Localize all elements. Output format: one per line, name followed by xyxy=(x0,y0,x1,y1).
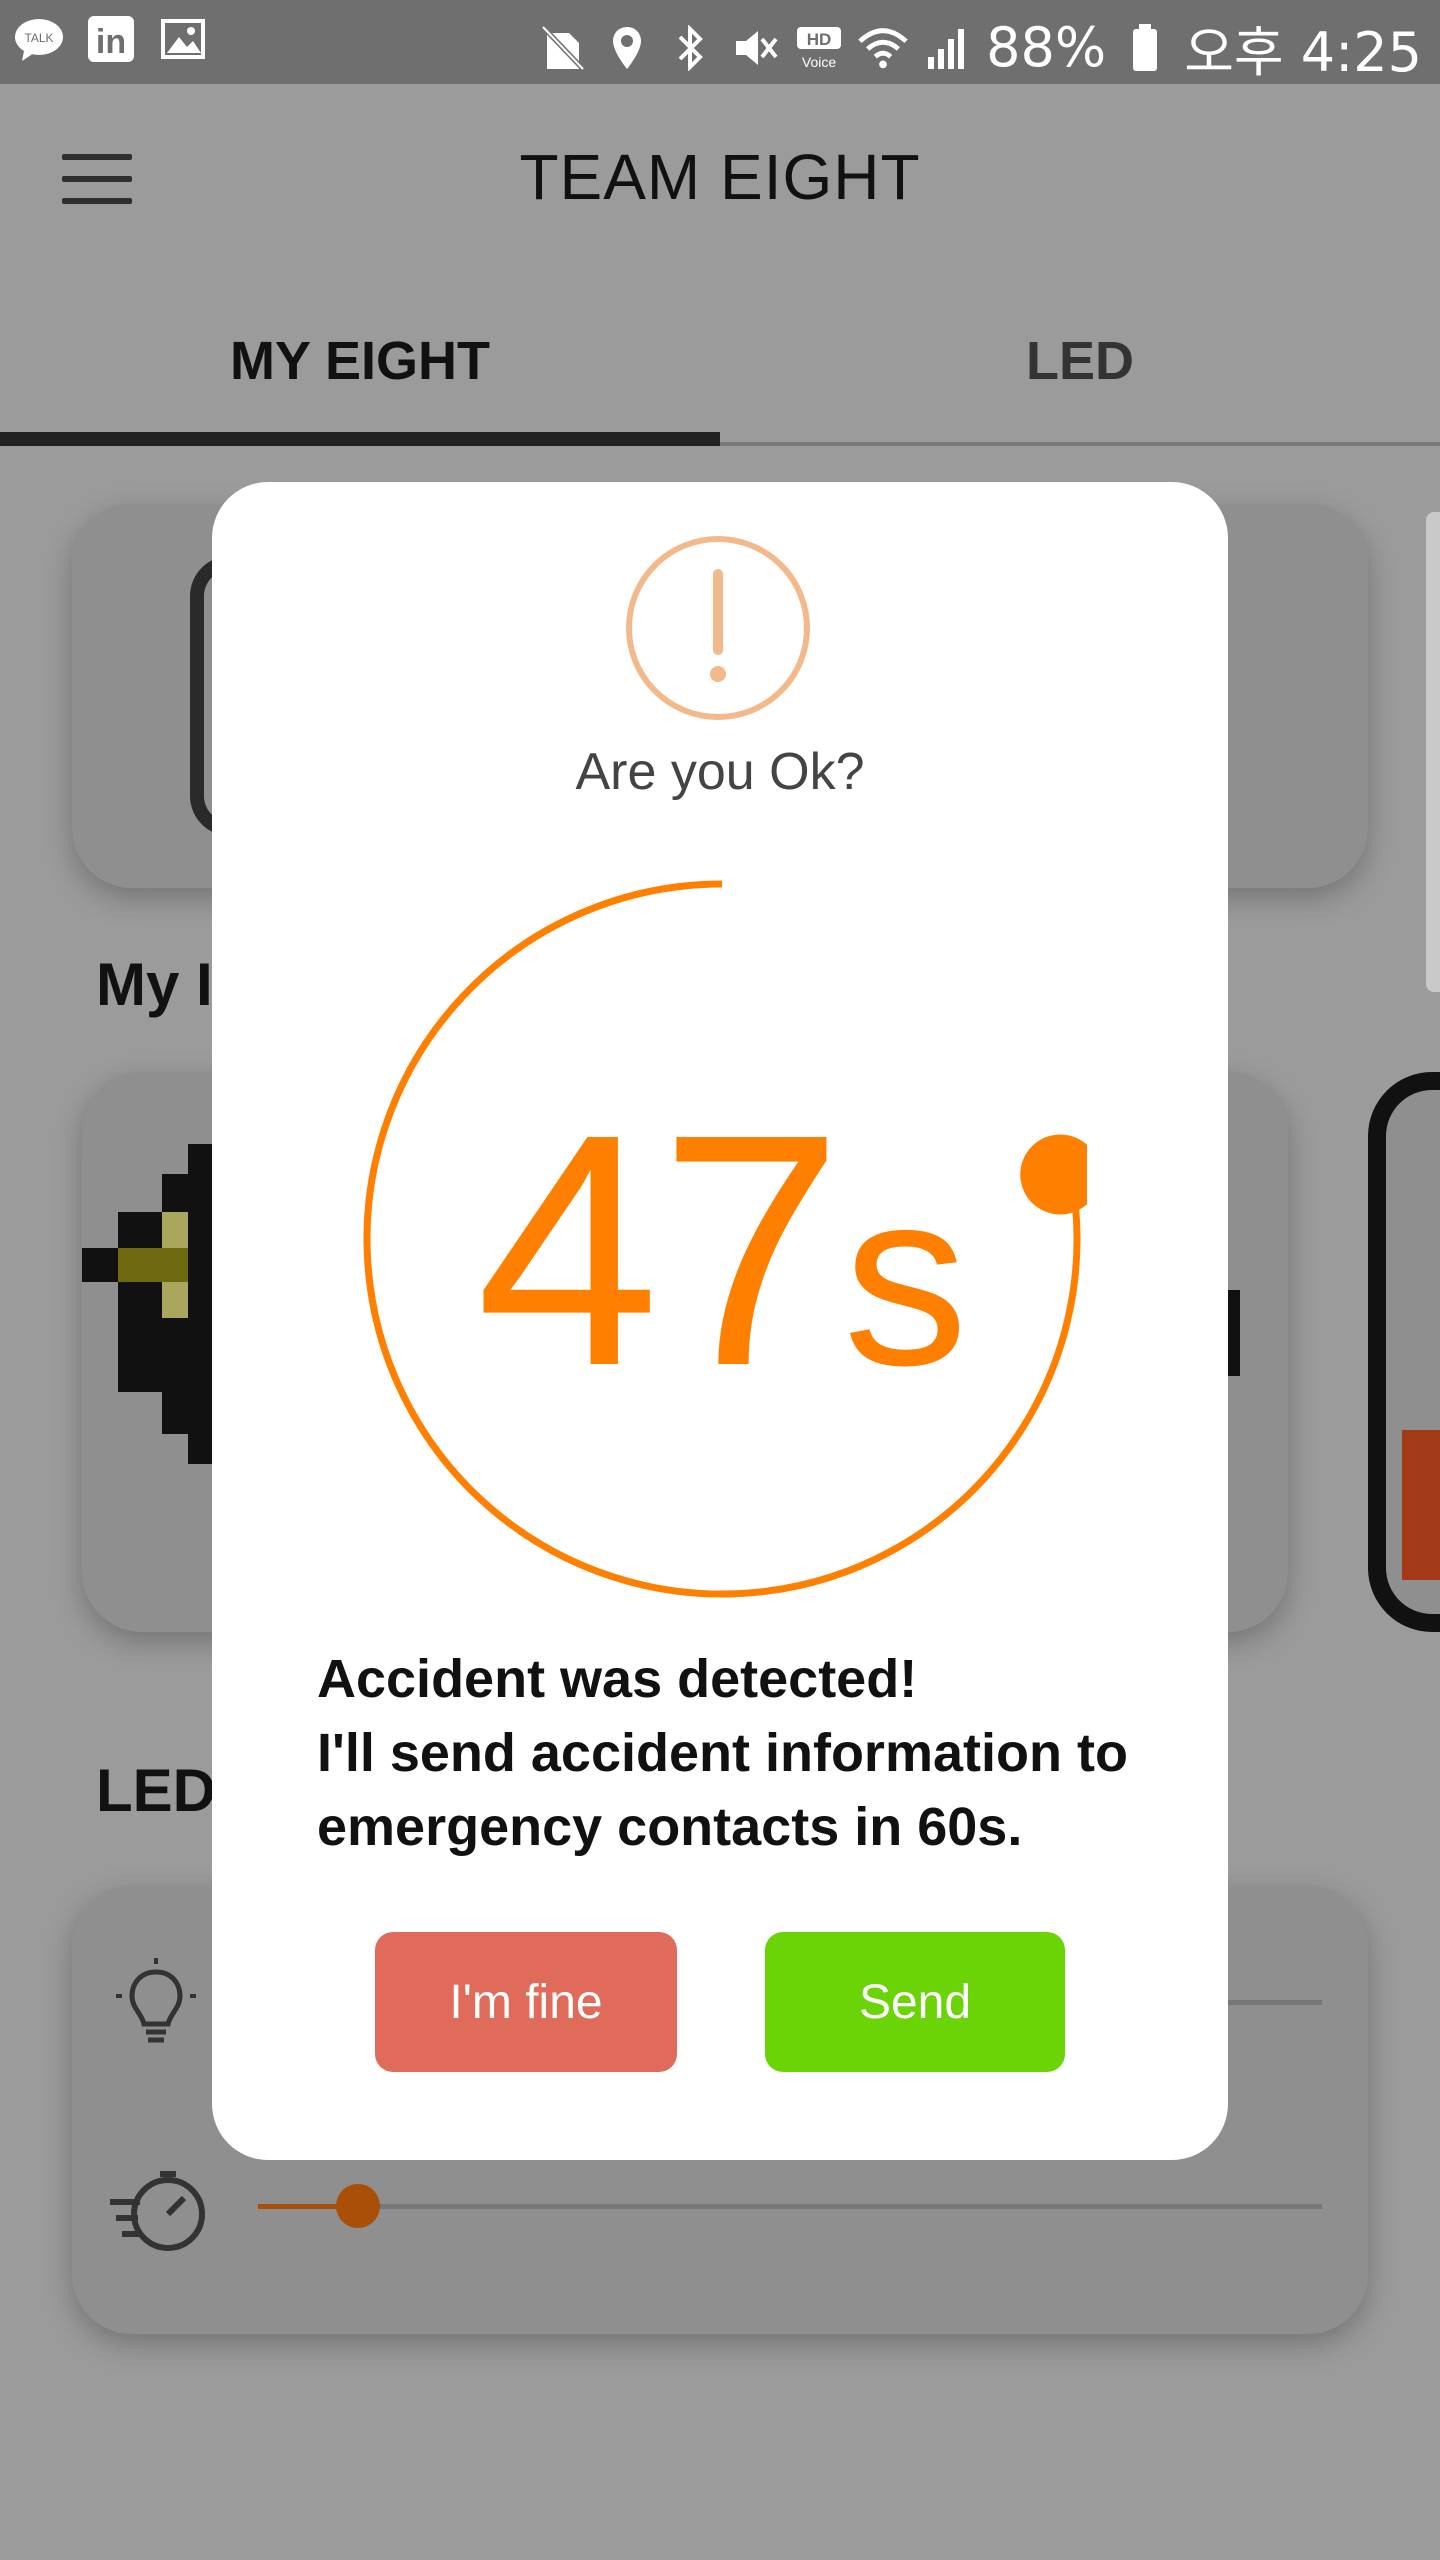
svg-text:in: in xyxy=(96,23,126,61)
signal-icon xyxy=(922,23,972,73)
linkedin-icon: in xyxy=(86,14,136,64)
wifi-icon xyxy=(858,23,908,73)
led-pattern-card-next[interactable] xyxy=(1368,1072,1440,1632)
countdown-number: 47 xyxy=(476,1065,843,1434)
speed-slider-track[interactable] xyxy=(258,2204,1322,2209)
tab-bar: MY EIGHT LED xyxy=(0,290,1440,450)
battery-percent: 88% xyxy=(986,16,1107,79)
led-section-title: LED xyxy=(96,1757,216,1824)
message-line-2: I'll send accident information to xyxy=(317,1723,1128,1783)
system-icons: HD Voice 88% 오후 4:25 xyxy=(538,8,1422,87)
accident-dialog: Are you Ok? 47s Accident was detected! I… xyxy=(212,482,1228,2160)
countdown-unit: s xyxy=(843,1138,968,1417)
message-line-1: Accident was detected! xyxy=(317,1649,918,1709)
countdown-progress-dot xyxy=(1020,1134,1087,1215)
pixel-pattern-left xyxy=(82,1144,212,1464)
speed-slider-thumb[interactable] xyxy=(336,2184,380,2228)
svg-text:Voice: Voice xyxy=(802,54,836,70)
mute-icon xyxy=(730,23,780,73)
app-title: TEAM EIGHT xyxy=(519,141,921,213)
no-sim-icon xyxy=(538,23,588,73)
send-button[interactable]: Send xyxy=(765,1932,1065,2072)
im-fine-button[interactable]: I'm fine xyxy=(375,1932,677,2072)
my-section-title: My I xyxy=(96,951,213,1018)
tab-led[interactable]: LED xyxy=(720,330,1440,392)
svg-text:HD: HD xyxy=(807,30,832,49)
svg-text:47s: 47s xyxy=(476,1065,968,1434)
alert-icon xyxy=(626,536,810,720)
dialog-question: Are you Ok? xyxy=(575,743,865,801)
message-line-3: emergency contacts in 60s. xyxy=(317,1797,1023,1857)
svg-text:TALK: TALK xyxy=(24,31,53,45)
pixel-red xyxy=(1402,1430,1440,1580)
side-card-edge xyxy=(1426,512,1440,992)
clock: 오후 4:25 xyxy=(1184,21,1422,84)
battery-icon xyxy=(1120,23,1170,73)
speed-icon xyxy=(110,2171,205,2251)
tab-indicator xyxy=(0,432,720,446)
accident-message: Accident was detected! I'll send acciden… xyxy=(317,1642,1177,1864)
countdown-timer: 47s xyxy=(363,880,1087,1598)
status-bar: TALK in HD Voice 88% 오후 4:25 xyxy=(0,0,1440,84)
hd-voice-icon: HD Voice xyxy=(794,23,844,73)
app-bar: TEAM EIGHT xyxy=(0,84,1440,284)
gallery-icon xyxy=(158,14,208,64)
tab-my-eight[interactable]: MY EIGHT xyxy=(0,330,720,392)
bluetooth-icon xyxy=(666,23,716,73)
location-icon xyxy=(602,23,652,73)
brightness-icon xyxy=(116,1958,196,2043)
talk-icon: TALK xyxy=(14,14,64,64)
brightness-slider-track[interactable] xyxy=(1222,2000,1322,2005)
notification-icons: TALK in xyxy=(14,14,208,64)
